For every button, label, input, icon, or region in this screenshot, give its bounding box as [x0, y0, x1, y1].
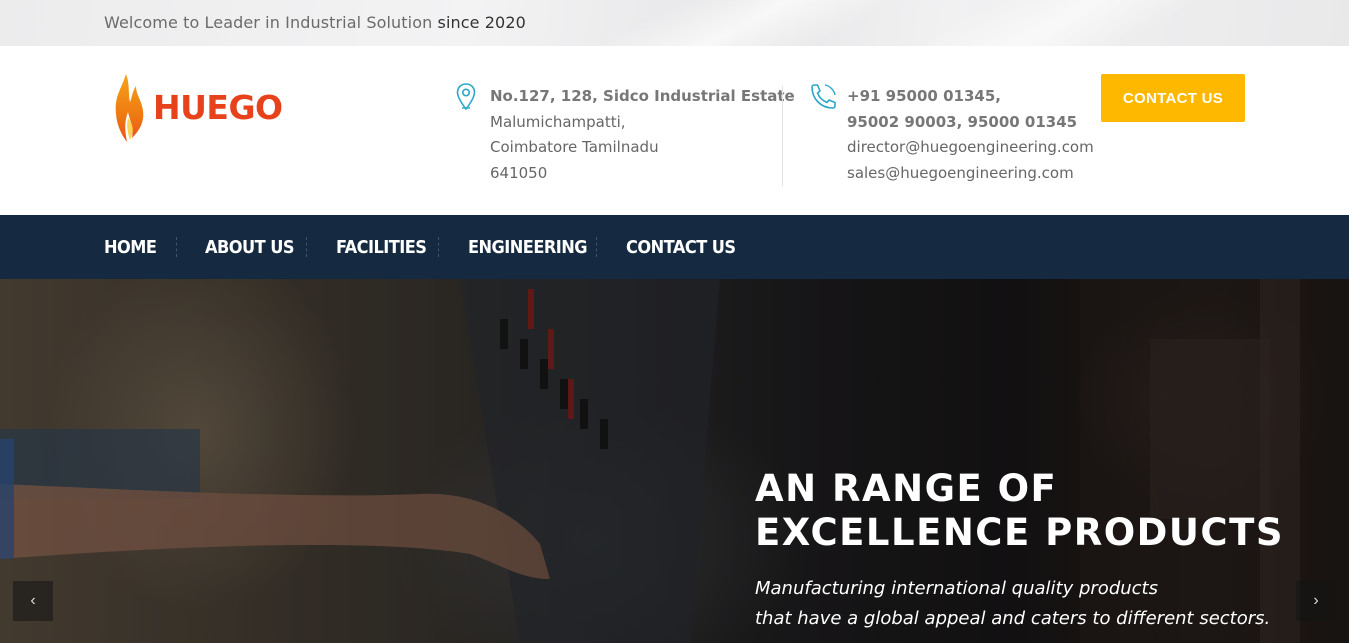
- nav-list: HOME ABOUT US FACILITIES ENGINEERING CON…: [104, 215, 746, 279]
- address-line: Coimbatore Tamilnadu: [490, 138, 659, 156]
- phone-line[interactable]: 95002 90003, 95000 01345: [847, 110, 1094, 136]
- contact-us-button[interactable]: CONTACT US: [1101, 74, 1245, 122]
- hero-subtitle-line: that have a global appeal and caters to …: [755, 608, 1271, 629]
- hero-slider: AN RANGE OF EXCELLENCE PRODUCTS Manufact…: [0, 279, 1349, 643]
- nav-item-home[interactable]: HOME: [104, 237, 169, 258]
- hero-title-line: AN RANGE OF: [755, 467, 1058, 510]
- slider-prev-button[interactable]: ‹: [13, 581, 53, 621]
- nav-item-facilities[interactable]: FACILITIES: [336, 237, 428, 258]
- phone-email-block: +91 95000 01345, 95002 90003, 95000 0134…: [847, 84, 1094, 186]
- email-link[interactable]: director@huegoengineering.com: [847, 135, 1094, 161]
- address-line: Malumichampatti,: [490, 112, 626, 131]
- address-line: 641050: [490, 163, 548, 182]
- nav-separator: [306, 237, 307, 257]
- welcome-text: Welcome to Leader in Industrial Solution: [104, 13, 433, 32]
- address-line: No.127, 128, Sidco Industrial Estate: [490, 87, 795, 105]
- phone-line[interactable]: +91 95000 01345,: [847, 84, 1094, 110]
- nav-separator: [596, 237, 597, 257]
- main-nav: HOME ABOUT US FACILITIES ENGINEERING CON…: [0, 215, 1349, 279]
- slider-next-button[interactable]: ›: [1296, 581, 1336, 621]
- chevron-left-icon: ‹: [30, 592, 36, 609]
- header-divider: [782, 86, 783, 186]
- welcome-message: Welcome to Leader in Industrial Solution…: [104, 13, 526, 32]
- nav-separator: [438, 237, 439, 257]
- nav-item-about-us[interactable]: ABOUT US: [205, 237, 296, 258]
- hero-subtitle-line: Manufacturing international quality prod…: [755, 578, 1158, 599]
- logo[interactable]: HUEGO: [112, 74, 283, 146]
- flame-icon: [115, 74, 144, 142]
- nav-separator: [176, 237, 177, 257]
- site-header: HUEGO No.127, 128, Sidco Industrial Esta…: [0, 46, 1349, 215]
- hero-title: AN RANGE OF EXCELLENCE PRODUCTS: [755, 467, 1284, 555]
- top-bar: Welcome to Leader in Industrial Solution…: [0, 0, 1349, 46]
- nav-item-contact-us[interactable]: CONTACT US: [626, 237, 736, 258]
- phone-icon: [811, 84, 836, 109]
- nav-item-engineering[interactable]: ENGINEERING: [468, 237, 588, 258]
- chevron-right-icon: ›: [1313, 592, 1319, 609]
- address-block: No.127, 128, Sidco Industrial Estate Mal…: [490, 84, 795, 186]
- brand-name: HUEGO: [153, 88, 283, 127]
- email-link[interactable]: sales@huegoengineering.com: [847, 161, 1094, 187]
- hero-title-line: EXCELLENCE PRODUCTS: [755, 511, 1284, 554]
- map-pin-icon: [456, 83, 476, 111]
- hero-subtitle: Manufacturing international quality prod…: [755, 574, 1270, 634]
- since-text: since 2020: [437, 13, 526, 32]
